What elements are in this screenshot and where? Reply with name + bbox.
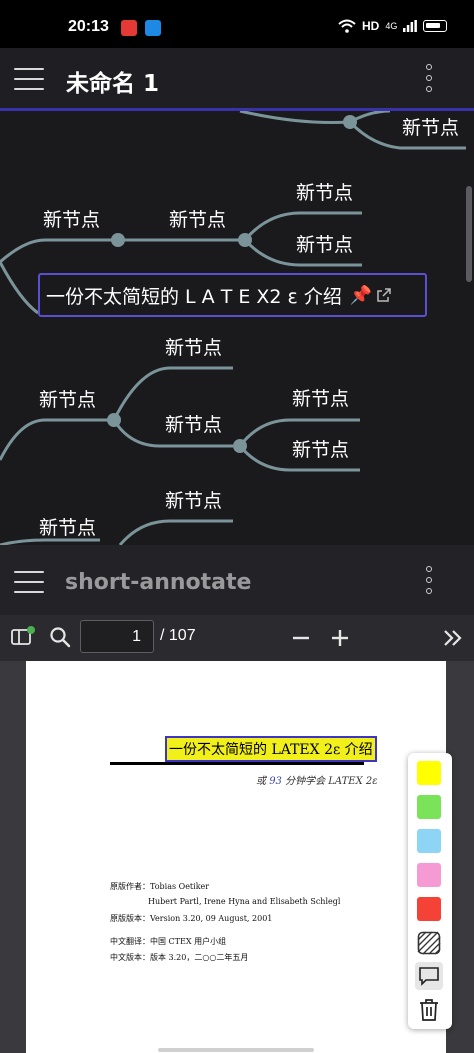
document-title: short-annotate	[65, 570, 252, 595]
meta-row: 原版版本：Version 3.20, 09 August, 2001	[110, 914, 273, 923]
mindmap-node[interactable]: 新节点	[296, 230, 353, 257]
search-icon[interactable]	[49, 626, 71, 648]
status-time: 20:13	[68, 18, 109, 35]
page-title: 未命名 1	[66, 71, 160, 97]
mindmap-connectors	[0, 111, 466, 545]
central-topic-node[interactable]: 一份不太简短的 L A T E X2 ε 介绍 📌	[38, 273, 427, 317]
mindmap-node[interactable]: 新节点	[43, 205, 100, 232]
meta-row: 中文翻译：中国 CTEX 用户小组	[110, 937, 227, 946]
gesture-bar	[158, 1048, 314, 1052]
network-label: HD	[362, 19, 380, 33]
trash-icon[interactable]	[418, 998, 440, 1022]
notification-app-icon	[121, 20, 137, 36]
menu-icon[interactable]	[14, 68, 44, 90]
highlighted-title[interactable]: 一份不太简短的 LATEX 2ε 介绍	[165, 736, 377, 762]
mindmap-node[interactable]: 新节点	[296, 178, 353, 205]
mindmap-canvas[interactable]: 新节点 新节点 新节点 新节点 新节点 一份不太简短的 L A T E X2 ε…	[0, 111, 474, 545]
comment-icon[interactable]	[415, 962, 443, 990]
mindmap-node[interactable]: 新节点	[39, 385, 96, 412]
mindmap-scrollbar[interactable]	[466, 186, 472, 282]
meta-row: 中文版本：版本 3.20，二○○二年五月	[110, 953, 249, 962]
meta-row: 原版作者：Tobias Oetiker	[110, 882, 210, 891]
pdf-page[interactable]	[26, 661, 446, 1053]
color-swatch-green[interactable]	[417, 795, 441, 819]
mindmap-node[interactable]: 新节点	[169, 205, 226, 232]
color-swatch-red[interactable]	[417, 897, 441, 921]
page-number-input[interactable]	[80, 620, 154, 653]
color-swatch-yellow[interactable]	[417, 761, 441, 785]
status-indicators: HD 4G	[338, 19, 448, 33]
wifi-icon	[338, 19, 356, 33]
meta-row: Hubert Partl, Irene Hyna and Elisabeth S…	[148, 897, 341, 906]
mindmap-node[interactable]: 新节点	[165, 333, 222, 360]
zoom-in-icon[interactable]	[330, 628, 350, 648]
pdf-toolbar	[0, 615, 474, 661]
more-options-icon[interactable]	[425, 566, 433, 594]
central-topic-label: 一份不太简短的 L A T E X2 ε 介绍	[46, 285, 342, 308]
mindmap-node[interactable]: 新节点	[165, 410, 222, 437]
color-swatch-pink[interactable]	[417, 863, 441, 887]
menu-icon[interactable]	[14, 571, 44, 593]
signal-label: 4G	[385, 21, 398, 31]
zoom-out-icon[interactable]	[291, 628, 311, 648]
document-subtitle: 或 93 分钟学会 LATEX 2ε	[256, 776, 378, 787]
mindmap-node[interactable]: 新节点	[292, 435, 349, 462]
sidebar-toggle-icon[interactable]	[10, 626, 36, 648]
pin-icon[interactable]: 📌	[350, 285, 372, 306]
mindmap-node[interactable]: 新节点	[402, 113, 459, 140]
mindmap-node[interactable]: 新节点	[39, 513, 96, 540]
battery-icon	[423, 20, 448, 32]
mindmap-node[interactable]: 新节点	[292, 384, 349, 411]
title-rule	[110, 762, 364, 765]
more-options-icon[interactable]	[425, 64, 433, 92]
hatch-icon[interactable]	[417, 931, 441, 955]
mindmap-node[interactable]: 新节点	[165, 486, 222, 513]
color-swatch-blue[interactable]	[417, 829, 441, 853]
external-link-icon[interactable]	[376, 287, 392, 303]
page-total: / 107	[160, 627, 196, 644]
notification-app-icon	[145, 20, 161, 36]
signal-icon	[403, 20, 418, 32]
double-chevron-right-icon[interactable]	[442, 628, 464, 648]
